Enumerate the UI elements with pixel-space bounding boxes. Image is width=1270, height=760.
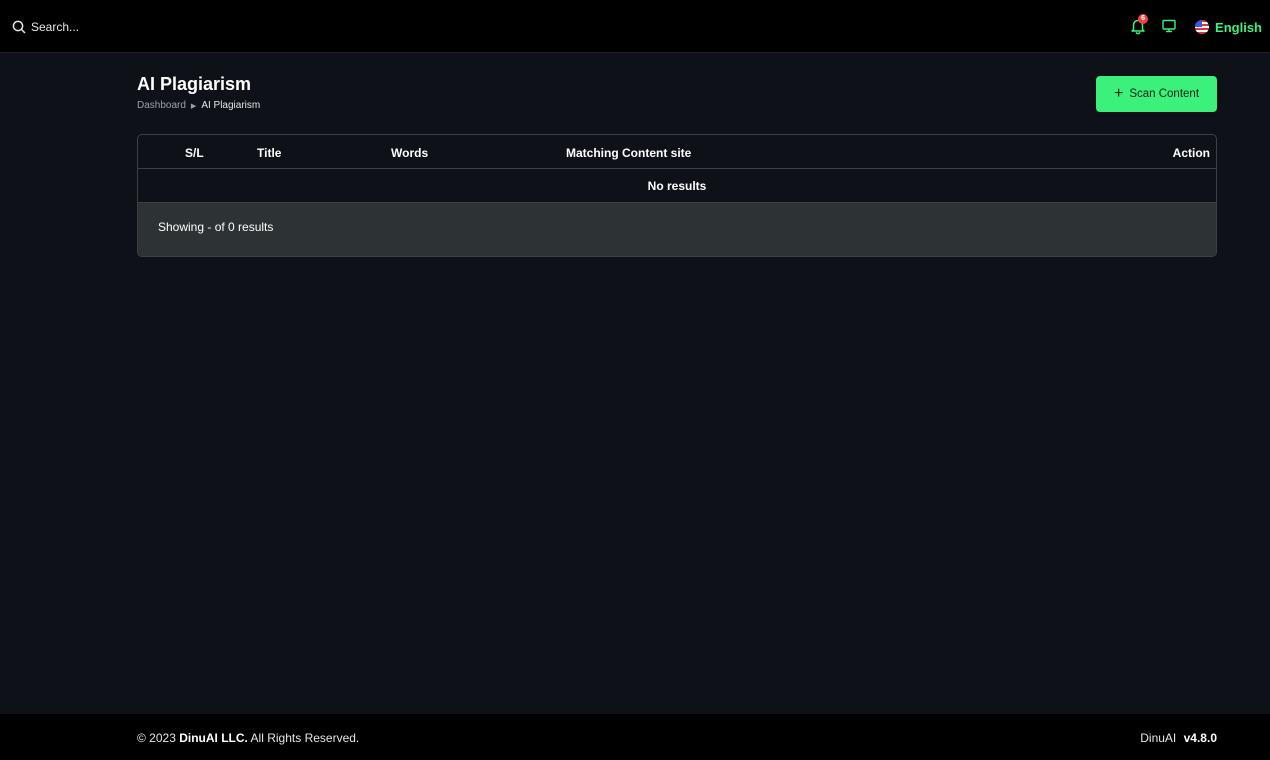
search-placeholder[interactable]: Search...: [31, 20, 79, 34]
column-header-title: Title: [257, 146, 282, 160]
scan-content-label: Scan Content: [1129, 88, 1200, 100]
company-name: DinuAI LLC.: [179, 731, 248, 745]
version-info: DinuAI v4.8.0: [1140, 731, 1217, 745]
search-icon: [12, 20, 26, 34]
language-selector[interactable]: English: [1195, 20, 1262, 35]
version-number: v4.8.0: [1183, 731, 1217, 745]
plus-icon: +: [1113, 85, 1124, 102]
us-flag-icon: [1195, 20, 1210, 34]
results-table: S/L Title Words Matching Content site Ac…: [137, 134, 1217, 257]
breadcrumb-dashboard-link[interactable]: Dashboard: [137, 100, 186, 111]
breadcrumb: Dashboard ▶ AI Plagiarism: [137, 100, 260, 111]
breadcrumb-current: AI Plagiarism: [201, 100, 261, 111]
language-label: English: [1215, 19, 1262, 35]
monitor-icon: [1161, 18, 1179, 34]
column-header-matching-content-site: Matching Content site: [566, 146, 692, 160]
column-header-words: Words: [391, 146, 429, 160]
scan-content-button[interactable]: + Scan Content: [1096, 76, 1217, 112]
column-header-sl: S/L: [185, 146, 204, 160]
rights-text: All Rights Reserved.: [250, 731, 360, 745]
notification-count-badge: 6: [1138, 14, 1149, 24]
page-footer: © 2023 DinuAI LLC. All Rights Reserved. …: [0, 714, 1270, 760]
table-header: S/L Title Words Matching Content site Ac…: [138, 135, 1216, 169]
column-header-action: Action: [1172, 146, 1210, 160]
results-summary: Showing - of 0 results: [158, 220, 274, 234]
notifications-button[interactable]: 6: [1129, 14, 1149, 37]
display-mode-button[interactable]: [1161, 18, 1179, 36]
top-navbar: Search... 6 English: [0, 0, 1270, 53]
copyright-text: © 2023 DinuAI LLC. All Rights Reserved.: [137, 731, 359, 745]
empty-state-row: No results: [138, 169, 1216, 203]
copyright-year: © 2023: [137, 731, 176, 745]
table-footer: Showing - of 0 results: [138, 203, 1216, 256]
caret-right-icon: ▶: [190, 102, 197, 110]
search-box[interactable]: Search...: [12, 17, 79, 37]
product-name: DinuAI: [1140, 731, 1177, 745]
page-title: AI Plagiarism: [137, 74, 252, 94]
